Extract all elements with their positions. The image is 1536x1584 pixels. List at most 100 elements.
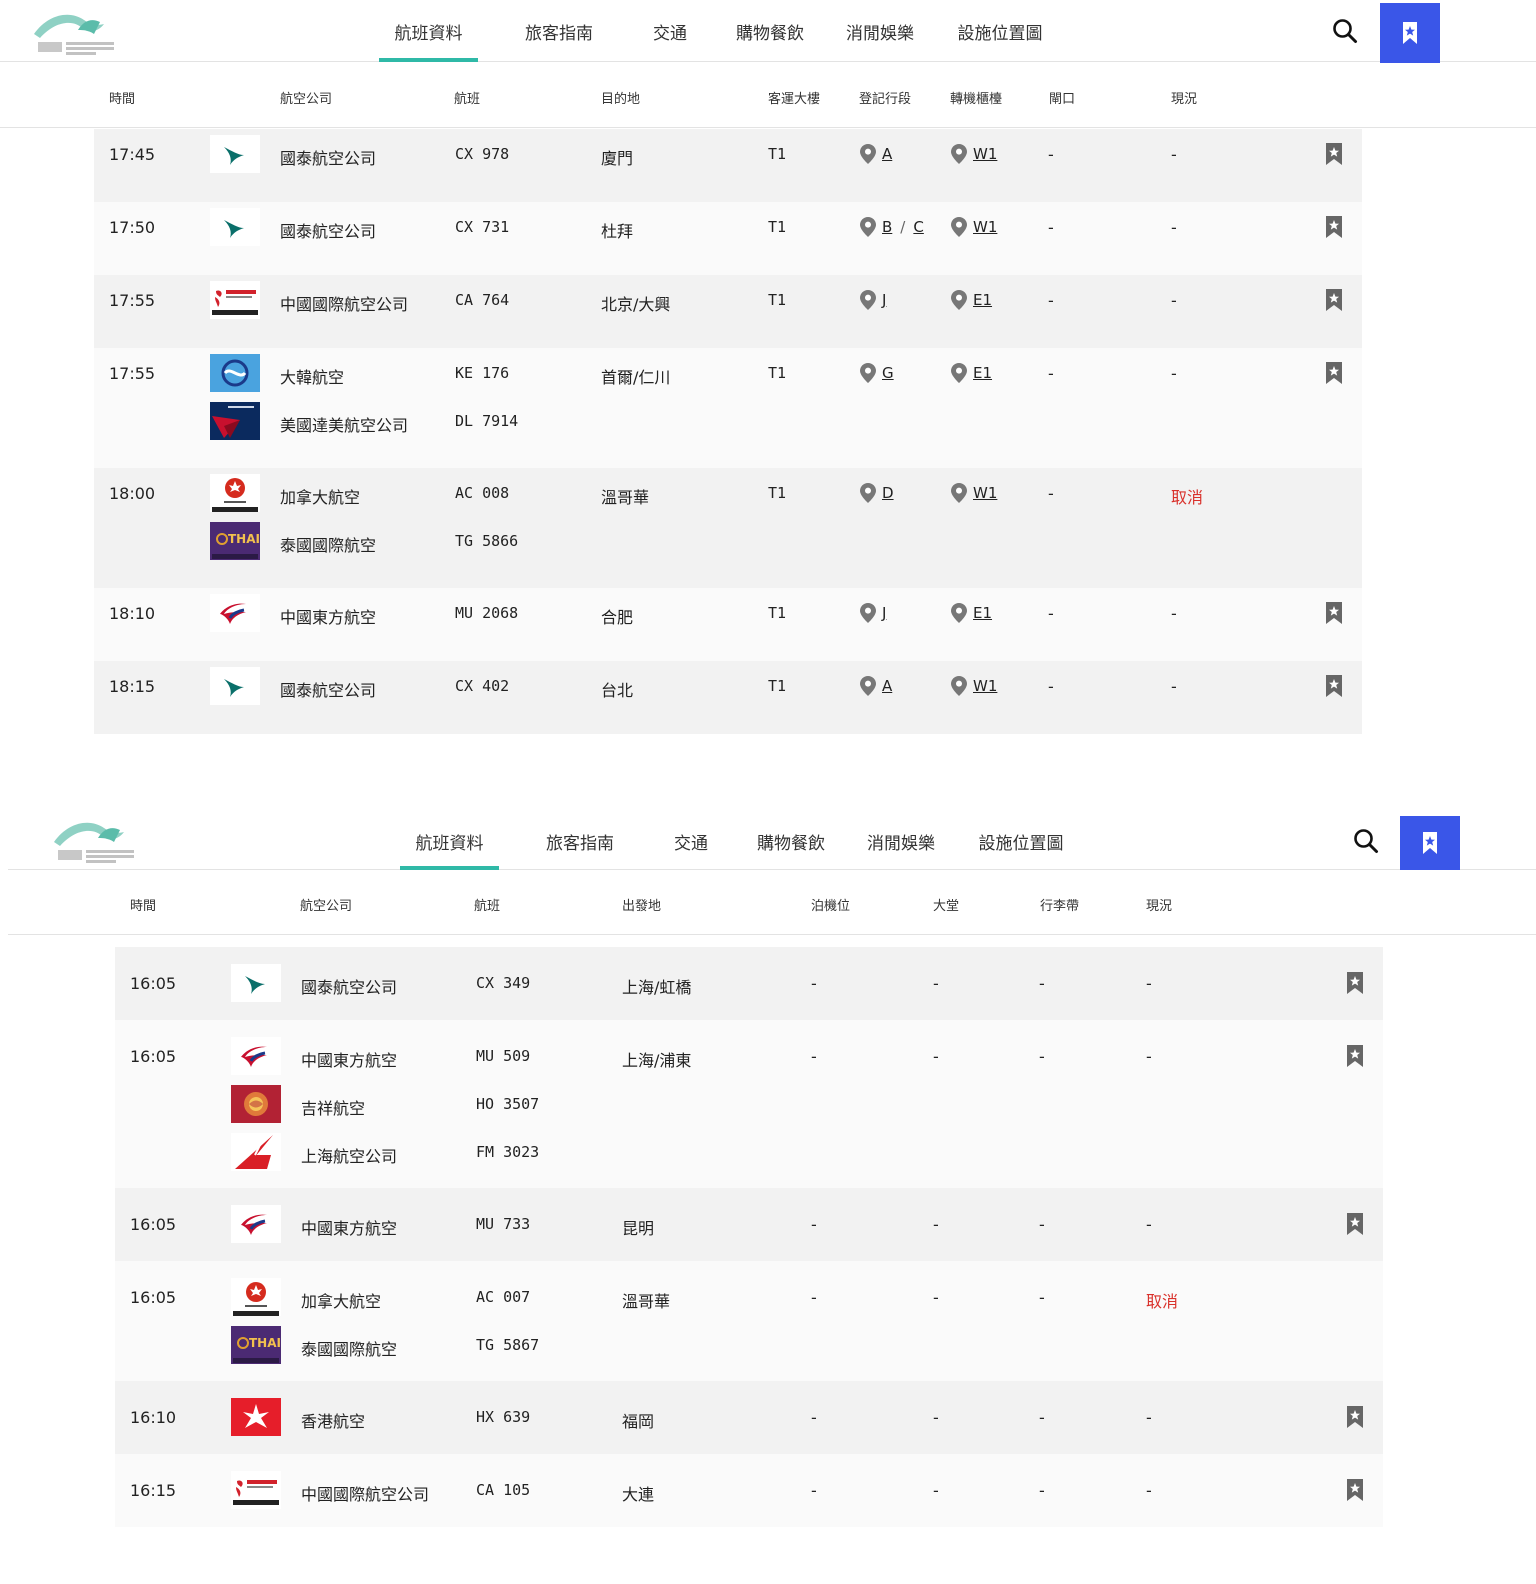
nav-leisure[interactable]: 消閒娛樂: [830, 0, 930, 62]
checkin-aisle-link[interactable]: C: [913, 218, 923, 236]
transfer-desk[interactable]: W1: [951, 483, 997, 503]
nav-passenger-guide[interactable]: 旅客指南: [519, 812, 641, 870]
flight-number[interactable]: CX 731: [455, 218, 509, 236]
flight-number[interactable]: MU 2068: [455, 604, 518, 622]
location-pin-icon: [951, 144, 967, 164]
flight-number[interactable]: TG 5867: [476, 1336, 539, 1354]
bookmark-icon[interactable]: [1325, 288, 1343, 312]
flight-number[interactable]: CX 349: [476, 974, 530, 992]
table-row[interactable]: 16:10 香港航空 HX 639 福岡 - - - -: [115, 1381, 1383, 1454]
col-checkin: 登記行段: [859, 92, 912, 107]
flight-number[interactable]: CA 764: [455, 291, 509, 309]
my-flights-button[interactable]: [1400, 816, 1460, 870]
bookmark-icon[interactable]: [1325, 601, 1343, 625]
nav-facility-map[interactable]: 設施位置圖: [940, 0, 1060, 62]
hkia-logo[interactable]: [30, 8, 122, 58]
table-row[interactable]: 16:05 國泰航空公司 CX 349 上海/虹橋 - - - -: [115, 947, 1383, 1020]
transfer-desk[interactable]: E1: [951, 363, 992, 383]
flight-number[interactable]: MU 509: [476, 1047, 530, 1065]
checkin-aisle[interactable]: A: [860, 144, 892, 164]
flight-number[interactable]: AC 007: [476, 1288, 530, 1306]
bookmark-icon[interactable]: [1346, 1044, 1364, 1068]
table-row[interactable]: 17:50 國泰航空公司 CX 731 杜拜 T1 B / C W1 - -: [94, 202, 1362, 275]
hkia-logo[interactable]: [50, 816, 142, 866]
table-row[interactable]: 17:45 國泰航空公司 CX 978 廈門 T1 A W1 - -: [94, 129, 1362, 202]
bookmark-icon[interactable]: [1346, 1405, 1364, 1429]
flight-number[interactable]: TG 5866: [455, 532, 518, 550]
table-row[interactable]: 16:05 加拿大航空 AC 007 THAI 泰國國際航空 TG 5867 溫哥華 - - - 取…: [115, 1261, 1383, 1381]
my-flights-button[interactable]: [1380, 3, 1440, 63]
search-button[interactable]: [1330, 16, 1360, 46]
checkin-aisle-link[interactable]: D: [882, 484, 894, 502]
transfer-desk-link[interactable]: E1: [973, 604, 992, 622]
checkin-aisle-link[interactable]: J: [882, 604, 886, 622]
nav-flight-info[interactable]: 航班資料: [379, 0, 478, 62]
checkin-aisle[interactable]: J: [860, 603, 886, 623]
flight-status: -: [1171, 145, 1177, 164]
col-flight: 航班: [454, 92, 481, 107]
table-row[interactable]: 18:10 中國東方航空 MU 2068 合肥 T1 J E1 - -: [94, 588, 1362, 661]
nav-flight-info[interactable]: 航班資料: [400, 812, 499, 870]
nav-transport[interactable]: 交通: [640, 0, 700, 62]
table-row[interactable]: 18:00 加拿大航空 AC 008 THAI 泰國國際航空 TG 5866 溫哥華 T1 D W…: [94, 468, 1362, 588]
search-button[interactable]: [1351, 826, 1381, 856]
bookmark-icon[interactable]: [1346, 1212, 1364, 1236]
flight-number[interactable]: FM 3023: [476, 1143, 539, 1161]
checkin-aisle-link[interactable]: A: [882, 145, 892, 163]
nav-transport[interactable]: 交通: [661, 812, 721, 870]
table-row[interactable]: 16:15 中國國際航空公司 CA 105 大連 - - - -: [115, 1454, 1383, 1527]
airline-name: 國泰航空公司: [280, 222, 377, 241]
transfer-desk-link[interactable]: E1: [973, 364, 992, 382]
transfer-desk[interactable]: W1: [951, 676, 997, 696]
airchina-logo-icon: [210, 281, 260, 319]
transfer-desk-link[interactable]: W1: [973, 145, 997, 163]
bookmark-icon[interactable]: [1325, 674, 1343, 698]
table-row[interactable]: 16:05 中國東方航空 MU 733 昆明 - - - -: [115, 1188, 1383, 1261]
transfer-desk-link[interactable]: E1: [973, 291, 992, 309]
table-row[interactable]: 18:15 國泰航空公司 CX 402 台北 T1 A W1 - -: [94, 661, 1362, 734]
checkin-aisle-link[interactable]: A: [882, 677, 892, 695]
checkin-aisle-link[interactable]: B: [882, 218, 892, 236]
flight-number[interactable]: CA 105: [476, 1481, 530, 1499]
thai-logo-icon: THAI: [210, 522, 260, 560]
table-row[interactable]: 17:55 中國國際航空公司 CA 764 北京/大興 T1 J E1 - -: [94, 275, 1362, 348]
location-pin-icon: [951, 676, 967, 696]
checkin-aisle[interactable]: G: [860, 363, 894, 383]
transfer-desk[interactable]: W1: [951, 144, 997, 164]
bookmark-icon[interactable]: [1346, 1478, 1364, 1502]
checkin-aisle[interactable]: D: [860, 483, 894, 503]
flight-number[interactable]: CX 402: [455, 677, 509, 695]
nav-shop-dine[interactable]: 購物餐飲: [720, 0, 820, 62]
bookmark-icon[interactable]: [1325, 215, 1343, 239]
checkin-aisle[interactable]: A: [860, 676, 892, 696]
transfer-desk[interactable]: W1: [951, 217, 997, 237]
table-row[interactable]: 16:05 中國東方航空 MU 509 吉祥航空 HO 3507 上海航空公司 FM 302…: [115, 1020, 1383, 1188]
flight-number[interactable]: MU 733: [476, 1215, 530, 1233]
checkin-aisle-link[interactable]: J: [882, 291, 886, 309]
transfer-desk[interactable]: E1: [951, 290, 992, 310]
location-pin-icon: [860, 144, 876, 164]
flight-number[interactable]: HX 639: [476, 1408, 530, 1426]
transfer-desk-link[interactable]: W1: [973, 484, 997, 502]
flight-number[interactable]: CX 978: [455, 145, 509, 163]
flight-number[interactable]: KE 176: [455, 364, 509, 382]
nav-passenger-guide[interactable]: 旅客指南: [498, 0, 620, 62]
flight-number[interactable]: AC 008: [455, 484, 509, 502]
terminal: T1: [768, 484, 787, 502]
checkin-aisle[interactable]: B / C: [860, 217, 924, 237]
checkin-aisle-link[interactable]: G: [882, 364, 894, 382]
checkin-aisle[interactable]: J: [860, 290, 886, 310]
table-row[interactable]: 17:55 大韓航空 KE 176 美國達美航空公司 DL 7914 首爾/仁川 T1 G E1…: [94, 348, 1362, 468]
nav-shop-dine[interactable]: 購物餐飲: [741, 812, 841, 870]
nav-facility-map[interactable]: 設施位置圖: [961, 812, 1081, 870]
airchina-logo-icon: [231, 1471, 281, 1509]
transfer-desk[interactable]: E1: [951, 603, 992, 623]
flight-number[interactable]: HO 3507: [476, 1095, 539, 1113]
flight-number[interactable]: DL 7914: [455, 412, 518, 430]
transfer-desk-link[interactable]: W1: [973, 677, 997, 695]
transfer-desk-link[interactable]: W1: [973, 218, 997, 236]
bookmark-icon[interactable]: [1325, 361, 1343, 385]
bookmark-icon[interactable]: [1325, 142, 1343, 166]
nav-leisure[interactable]: 消閒娛樂: [851, 812, 951, 870]
bookmark-icon[interactable]: [1346, 971, 1364, 995]
